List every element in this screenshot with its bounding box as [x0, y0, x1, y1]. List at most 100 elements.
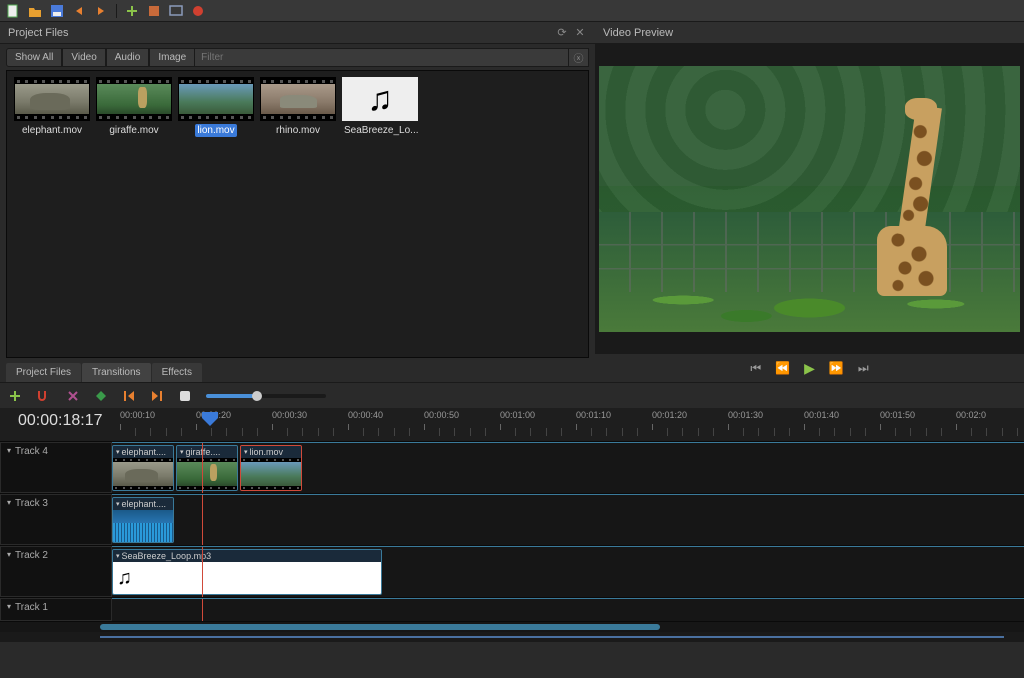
clip-label: elephant.... — [122, 447, 167, 457]
track-header[interactable]: ▾Track 1 — [0, 598, 112, 621]
timeline-clip[interactable]: ▾elephant.... — [112, 445, 174, 491]
media-item[interactable]: ♫SeaBreeze_Lo... — [341, 77, 419, 137]
redo-icon[interactable] — [94, 4, 108, 18]
track-lane[interactable]: ▾elephant.... — [112, 494, 1024, 545]
scrollbar-thumb[interactable] — [100, 624, 660, 630]
playhead-line — [202, 599, 203, 621]
add-track-button[interactable] — [8, 389, 22, 403]
chevron-down-icon[interactable]: ▾ — [7, 550, 11, 559]
chevron-down-icon[interactable]: ▾ — [116, 448, 120, 456]
chevron-down-icon[interactable]: ▾ — [244, 448, 248, 456]
snap-button[interactable] — [36, 389, 52, 403]
filter-video-button[interactable]: Video — [62, 48, 105, 67]
timeline-clip[interactable]: ▾giraffe.... — [176, 445, 238, 491]
add-icon[interactable] — [125, 4, 139, 18]
open-file-icon[interactable] — [28, 4, 42, 18]
track-name: Track 4 — [15, 446, 48, 457]
filter-audio-button[interactable]: Audio — [106, 48, 150, 67]
panel-tab[interactable]: Effects — [152, 363, 202, 382]
media-item[interactable]: rhino.mov — [259, 77, 337, 137]
video-preview-panel: Video Preview ⏮ ⏪ ▶ — [595, 22, 1024, 382]
filter-show-all-button[interactable]: Show All — [6, 48, 62, 67]
panel-close-icon[interactable]: ✕ — [573, 26, 587, 40]
track-lane[interactable]: ▾elephant....▾giraffe....▾lion.mov — [112, 442, 1024, 493]
media-label: rhino.mov — [274, 124, 322, 137]
media-grid: elephant.mov giraffe.mov lion.mov rhino.… — [6, 70, 589, 358]
track-header[interactable]: ▾ Track 4 — [0, 442, 112, 493]
save-file-icon[interactable] — [50, 4, 64, 18]
timeline-ruler[interactable]: 00:00:18:17 00:00:1000:00:2000:00:3000:0… — [0, 408, 1024, 442]
ruler-tick: 00:01:00 — [500, 410, 535, 420]
chevron-down-icon[interactable]: ▾ — [7, 602, 11, 611]
media-item[interactable]: elephant.mov — [13, 77, 91, 137]
project-files-title: Project Files — [8, 27, 69, 39]
chevron-down-icon[interactable]: ▾ — [7, 446, 11, 455]
panel-refresh-icon[interactable]: ⟳ — [555, 26, 569, 40]
media-item[interactable]: giraffe.mov — [95, 77, 173, 137]
track-header[interactable]: ▾ Track 3 — [0, 494, 112, 545]
playhead-line — [202, 495, 203, 545]
zoom-handle[interactable] — [252, 391, 262, 401]
chevron-down-icon[interactable]: ▾ — [180, 448, 184, 456]
play-button[interactable]: ▶ — [804, 360, 815, 377]
prev-marker-button[interactable] — [122, 389, 136, 403]
ruler-tick: 00:00:10 — [120, 410, 155, 420]
video-thumb — [178, 77, 254, 121]
ruler-tick: 00:01:10 — [576, 410, 611, 420]
filter-input[interactable] — [195, 48, 569, 67]
forward-button[interactable]: ⏩ — [829, 361, 844, 375]
media-label: giraffe.mov — [107, 124, 160, 137]
panel-tab[interactable]: Project Files — [6, 363, 81, 382]
video-thumb — [96, 77, 172, 121]
ruler-tick: 00:00:30 — [272, 410, 307, 420]
video-thumb — [260, 77, 336, 121]
timeline-clip[interactable]: ▾SeaBreeze_Loop.mp3♫ — [112, 549, 382, 595]
track-lane[interactable] — [112, 598, 1024, 621]
ruler-tick: 00:01:30 — [728, 410, 763, 420]
ruler-tick: 00:00:40 — [348, 410, 383, 420]
clip-label: SeaBreeze_Loop.mp3 — [122, 551, 212, 561]
media-item[interactable]: lion.mov — [177, 77, 255, 137]
zoom-fit-button[interactable] — [178, 389, 192, 403]
track-header[interactable]: ▾Track 2 — [0, 546, 112, 597]
current-time-display: 00:00:18:17 — [18, 412, 103, 430]
jump-start-button[interactable]: ⏮ — [750, 361, 761, 376]
next-marker-button[interactable] — [150, 389, 164, 403]
properties-icon[interactable] — [147, 4, 161, 18]
undo-icon[interactable] — [72, 4, 86, 18]
clip-label: lion.mov — [250, 447, 284, 457]
chevron-down-icon[interactable]: ▾ — [116, 500, 120, 508]
chevron-down-icon[interactable]: ▾ — [116, 552, 120, 560]
timeline: 00:00:18:17 00:00:1000:00:2000:00:3000:0… — [0, 408, 1024, 642]
razor-button[interactable] — [66, 389, 80, 403]
record-icon[interactable] — [191, 4, 205, 18]
fullscreen-icon[interactable] — [169, 4, 183, 18]
rewind-button[interactable]: ⏪ — [775, 361, 790, 375]
panel-tab[interactable]: Transitions — [82, 363, 151, 382]
filter-image-button[interactable]: Image — [149, 48, 195, 67]
ruler-tick: 00:01:50 — [880, 410, 915, 420]
clip-label: elephant.... — [122, 499, 167, 509]
project-files-panel: Project Files ⟳ ✕ Show All Video Audio I… — [0, 22, 595, 382]
timeline-clip[interactable]: ▾lion.mov — [240, 445, 302, 491]
media-label: elephant.mov — [20, 124, 84, 137]
panel-tabs: Project FilesTransitionsEffects — [0, 358, 595, 382]
editing-toolbar — [0, 382, 1024, 408]
timeline-track: ▾Track 3▾elephant.... — [0, 494, 1024, 546]
marker-add-button[interactable] — [94, 389, 108, 403]
timeline-scrollbar[interactable] — [0, 622, 1024, 632]
preview-canvas[interactable] — [599, 66, 1020, 332]
zoom-slider[interactable] — [206, 394, 326, 398]
new-file-icon[interactable] — [6, 4, 20, 18]
playhead-marker[interactable] — [202, 412, 218, 426]
timeline-track: ▾Track 2▾SeaBreeze_Loop.mp3♫ — [0, 546, 1024, 598]
jump-end-button[interactable]: ⏭ — [858, 361, 869, 376]
track-lane[interactable]: ▾SeaBreeze_Loop.mp3♫ — [112, 546, 1024, 597]
timeline-clip[interactable]: ▾elephant.... — [112, 497, 174, 543]
main-toolbar — [0, 0, 1024, 22]
track-name: Track 3 — [15, 498, 48, 509]
chevron-down-icon[interactable]: ▾ — [7, 498, 11, 507]
playback-controls: ⏮ ⏪ ▶ ⏩ ⏭ — [595, 354, 1024, 382]
filter-clear-button[interactable]: ⓧ — [569, 48, 589, 67]
ruler-tick: 00:01:20 — [652, 410, 687, 420]
